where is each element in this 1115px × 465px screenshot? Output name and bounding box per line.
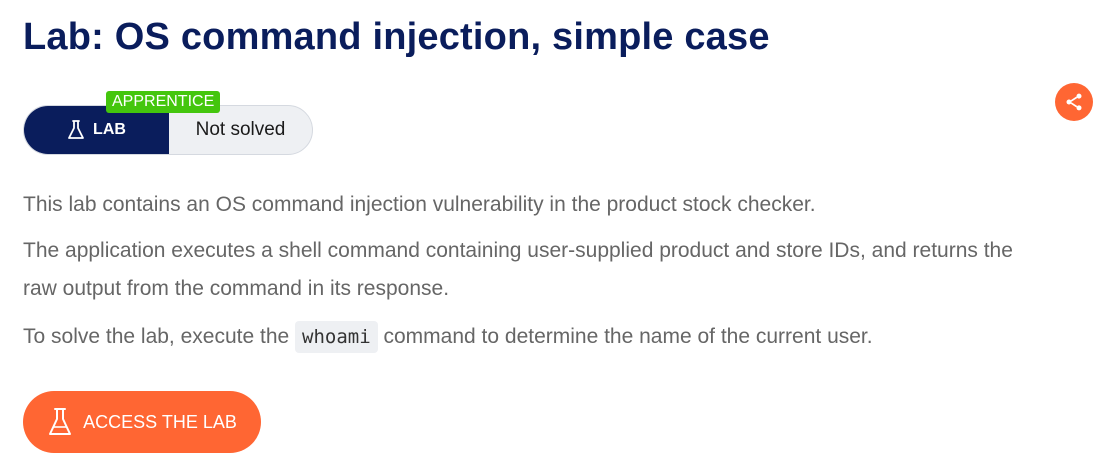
share-icon [1066,93,1082,111]
access-lab-button[interactable]: ACCESS THE LAB [23,391,261,453]
access-lab-label: ACCESS THE LAB [83,411,237,432]
description-paragraph-2: The application executes a shell command… [23,232,1013,308]
p3-text-before: To solve the lab, execute the [23,325,290,348]
share-button[interactable] [1055,83,1093,121]
description-paragraph-3: To solve the lab, execute the whoami com… [23,318,873,356]
lab-type-text: LAB [93,121,126,138]
whoami-code: whoami [295,321,378,353]
description-paragraph-1: This lab contains an OS command injectio… [23,193,816,216]
level-tag: APPRENTICE [106,91,221,113]
description-paragraph-2-line-1: The application executes a shell command… [23,239,1013,262]
page-title: Lab: OS command injection, simple case [23,16,770,58]
description-paragraph-2-line-2: raw output from the command in its respo… [23,277,450,300]
lab-solved-status: Not solved [195,119,286,140]
flask-icon [49,408,72,435]
flask-icon [68,120,84,139]
lab-page: Lab: OS command injection, simple case A… [0,0,1115,465]
p3-text-after: command to determine the name of the cur… [383,325,873,348]
lab-badge: APPRENTICE LAB Not solved [23,91,313,155]
lab-type-label: LAB [24,106,169,154]
